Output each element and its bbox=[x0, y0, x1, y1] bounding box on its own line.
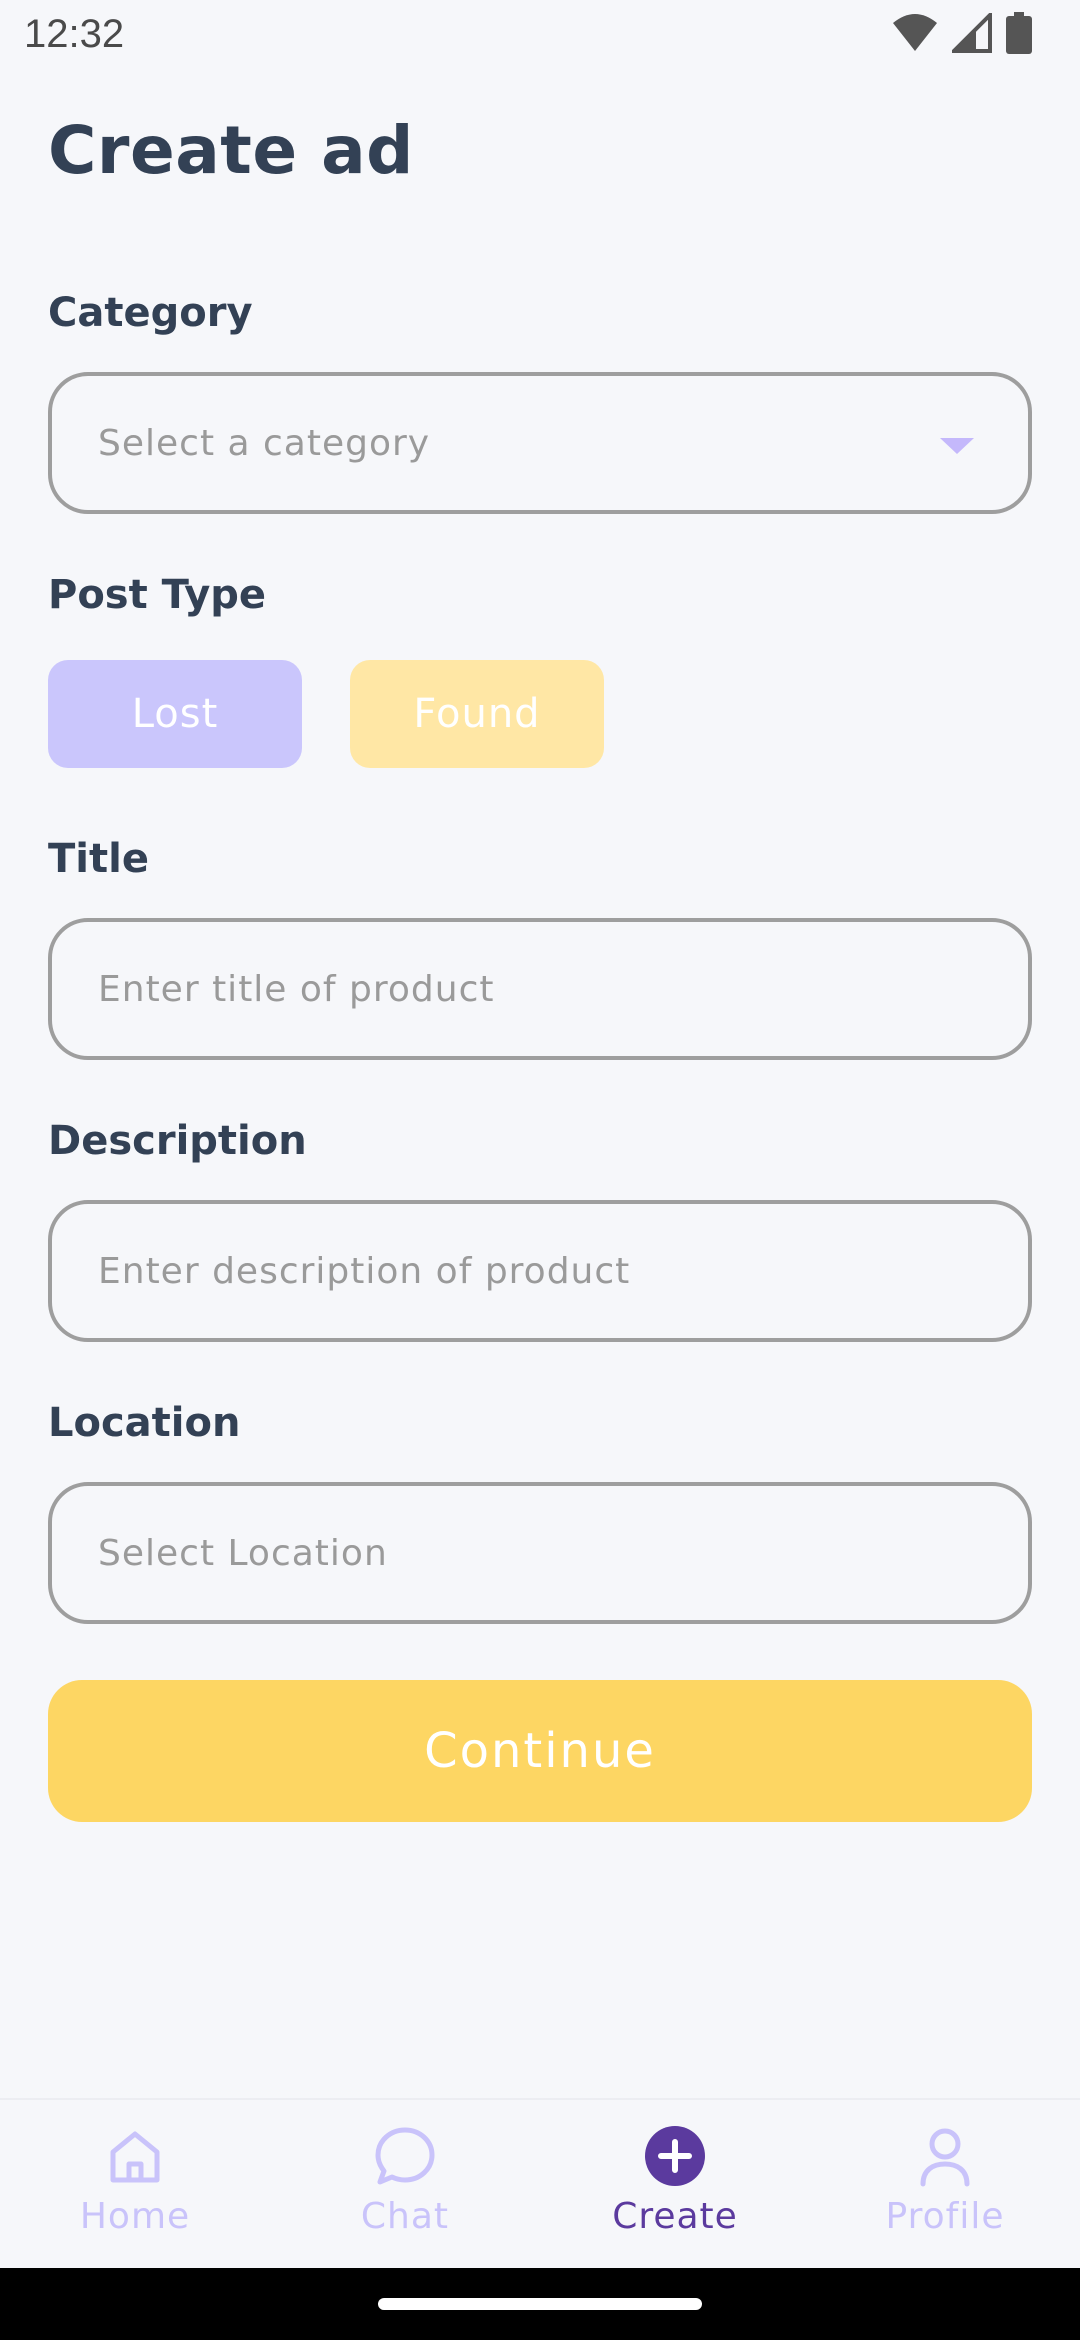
gesture-navigation-bar bbox=[0, 2268, 1080, 2340]
description-label: Description bbox=[48, 1118, 307, 1164]
home-gesture-handle[interactable] bbox=[378, 2298, 702, 2310]
category-dropdown[interactable]: Select a category bbox=[48, 372, 1032, 514]
category-label: Category bbox=[48, 290, 253, 336]
plus-circle-icon bbox=[645, 2126, 705, 2186]
status-bar: 12:32 bbox=[0, 0, 1080, 72]
nav-label-profile: Profile bbox=[885, 2196, 1005, 2237]
person-icon bbox=[920, 2128, 970, 2187]
nav-item-chat[interactable]: Chat bbox=[305, 2124, 505, 2264]
found-button[interactable]: Found bbox=[350, 660, 604, 768]
chat-icon bbox=[375, 2127, 435, 2185]
category-placeholder: Select a category bbox=[98, 422, 431, 464]
location-input[interactable]: Select Location bbox=[48, 1482, 1032, 1624]
bottom-nav: Home Chat Create Profile bbox=[0, 2098, 1080, 2268]
nav-label-home: Home bbox=[79, 2196, 191, 2237]
wifi-icon bbox=[893, 14, 937, 51]
title-input[interactable]: Enter title of product bbox=[48, 918, 1032, 1060]
title-label: Title bbox=[48, 836, 149, 882]
post-type-label: Post Type bbox=[48, 572, 267, 618]
chevron-down-icon bbox=[940, 438, 974, 454]
description-input[interactable]: Enter description of product bbox=[48, 1200, 1032, 1342]
location-placeholder: Select Location bbox=[98, 1532, 388, 1574]
home-icon bbox=[110, 2131, 160, 2183]
cell-signal-icon bbox=[952, 13, 992, 53]
description-placeholder: Enter description of product bbox=[98, 1250, 631, 1292]
create-ad-screen: 12:32 Create ad Category Select a catego… bbox=[0, 0, 1080, 2340]
nav-item-home[interactable]: Home bbox=[35, 2124, 235, 2264]
page-title: Create ad bbox=[48, 112, 414, 189]
location-label: Location bbox=[48, 1400, 241, 1446]
continue-button[interactable]: Continue bbox=[48, 1680, 1032, 1822]
status-icons bbox=[892, 12, 1032, 54]
lost-button[interactable]: Lost bbox=[48, 660, 302, 768]
nav-label-create: Create bbox=[612, 2196, 738, 2237]
nav-item-create[interactable]: Create bbox=[575, 2124, 775, 2264]
nav-label-chat: Chat bbox=[360, 2196, 450, 2237]
nav-item-profile[interactable]: Profile bbox=[845, 2124, 1045, 2264]
title-placeholder: Enter title of product bbox=[98, 968, 495, 1010]
status-time: 12:32 bbox=[24, 12, 125, 56]
battery-icon bbox=[1006, 12, 1032, 54]
